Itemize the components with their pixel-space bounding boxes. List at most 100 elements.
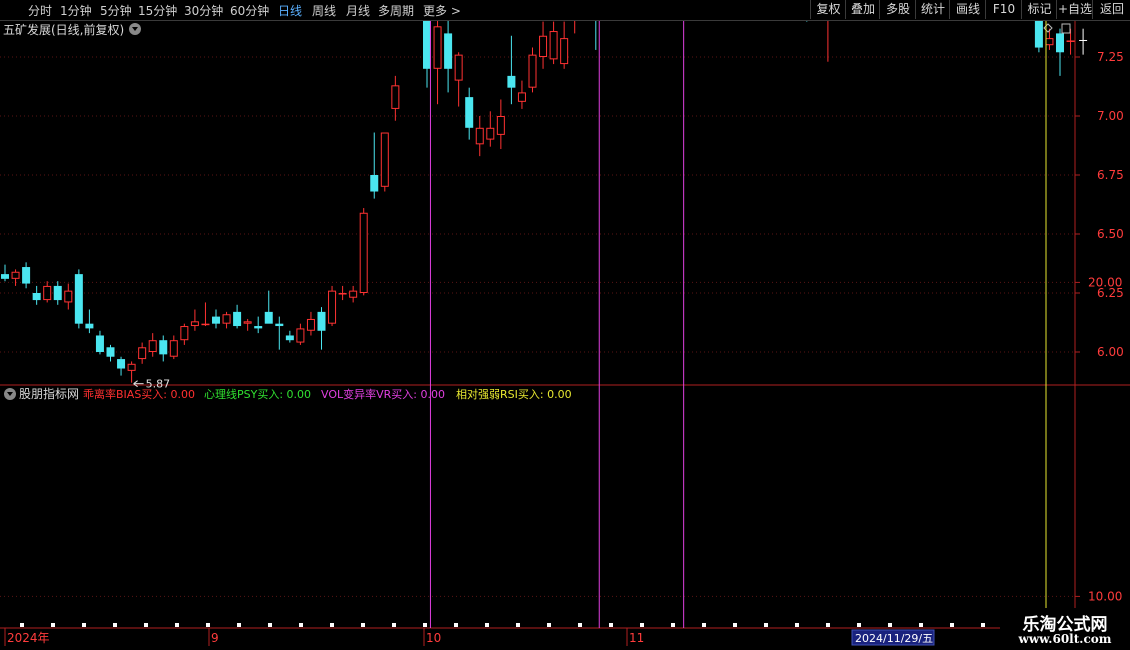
panel-marker — [144, 623, 148, 627]
indicator-legend-item: 心理线PSY买入: 0.00 — [204, 387, 311, 401]
panel-marker — [547, 623, 551, 627]
candle-body — [296, 328, 305, 343]
price-axis-label: 6.50 — [1097, 227, 1124, 241]
candle-body — [243, 321, 252, 324]
panel-marker — [113, 623, 117, 627]
indicator-chevron-down-icon[interactable] — [4, 388, 16, 400]
cursor-date-label: 2024/11/29/五 — [855, 632, 933, 645]
panel-marker — [578, 623, 582, 627]
candle-body — [359, 212, 368, 293]
panel-marker — [950, 623, 954, 627]
panel-marker — [206, 623, 210, 627]
candle-body — [180, 326, 189, 341]
candle-body — [1045, 38, 1054, 46]
price-axis-label: 6.00 — [1097, 345, 1124, 359]
period-tab-10[interactable]: 更多 > — [423, 2, 461, 19]
indicator-legend-item: 乖离率BIAS买入: 0.00 — [83, 387, 195, 401]
period-tab-5[interactable]: 60分钟 — [230, 2, 269, 19]
diamond-icon — [1043, 23, 1053, 33]
period-tab-6[interactable]: 日线 — [278, 2, 302, 19]
date-axis-label: 2024年 — [7, 631, 50, 645]
candle-body — [349, 290, 358, 298]
candle-body — [560, 38, 569, 65]
indicator-name: 股朋指标网 — [19, 386, 79, 401]
indicator-legend-item: VOL变异率VR买入: 0.00 — [321, 387, 445, 401]
candle-body — [338, 293, 347, 295]
indicator-axis-label: 20.00 — [1088, 275, 1122, 289]
candle-body — [138, 347, 147, 360]
candle-body — [539, 35, 548, 57]
candle-body — [380, 132, 389, 187]
panel-marker — [857, 623, 861, 627]
candle-body — [233, 311, 242, 327]
toolbar-button-2[interactable]: 多股 — [879, 0, 916, 19]
toolbar-button-3[interactable]: 统计 — [915, 0, 950, 19]
candle-body — [444, 33, 453, 69]
date-axis-label: 9 — [211, 631, 219, 645]
panel-marker — [392, 623, 396, 627]
panel-marker — [423, 623, 427, 627]
panel-marker — [175, 623, 179, 627]
period-tab-2[interactable]: 5分钟 — [100, 2, 132, 19]
chevron-down-icon[interactable] — [129, 23, 141, 35]
panel-marker — [609, 623, 613, 627]
candle-body — [106, 347, 115, 357]
candle-body — [317, 311, 326, 331]
panel-marker — [237, 623, 241, 627]
period-toolbar: 分时 1分钟 5分钟 15分钟 30分钟 60分钟 日线 周线 月线 多周期 更多 > 复权 叠加 多股统… — [0, 0, 1130, 21]
panel-marker — [82, 623, 86, 627]
panel-marker — [330, 623, 334, 627]
toolbar-button-4[interactable]: 画线 — [949, 0, 986, 19]
period-tab-7[interactable]: 周线 — [312, 2, 336, 19]
price-axis-label: 6.75 — [1097, 168, 1124, 182]
candle-body — [517, 92, 526, 102]
candle-body — [74, 274, 83, 324]
toolbar-button-0[interactable]: 复权 — [810, 0, 846, 19]
panel-marker — [485, 623, 489, 627]
candle-body — [454, 54, 463, 81]
price-axis-label: 7.00 — [1097, 109, 1124, 123]
candle-body — [264, 311, 273, 324]
panel-marker — [640, 623, 644, 627]
candle-body — [22, 267, 31, 284]
chart-canvas[interactable]: 8.508.258.007.757.507.257.006.756.506.25… — [0, 0, 1130, 650]
candle-body — [95, 335, 104, 352]
candle-body — [475, 127, 484, 145]
toolbar-button-8[interactable]: 返回 — [1092, 0, 1130, 19]
period-tab-0[interactable]: 分时 — [28, 2, 52, 19]
period-tab-8[interactable]: 月线 — [346, 2, 370, 19]
candle-body — [306, 318, 315, 331]
candle-body — [11, 271, 20, 279]
panel-marker — [702, 623, 706, 627]
candle-body — [254, 326, 263, 329]
price-axis-label: 7.25 — [1097, 50, 1124, 64]
panel-marker — [299, 623, 303, 627]
toolbar-button-5[interactable]: F10 — [985, 0, 1022, 19]
period-tab-1[interactable]: 1分钟 — [60, 2, 92, 19]
panel-marker — [361, 623, 365, 627]
panel-marker — [826, 623, 830, 627]
toolbar-button-7[interactable]: +自选 — [1056, 0, 1093, 19]
period-tab-3[interactable]: 15分钟 — [138, 2, 177, 19]
candle-body — [159, 340, 168, 355]
panel-marker — [919, 623, 923, 627]
panel-marker — [454, 623, 458, 627]
panel-marker — [671, 623, 675, 627]
toolbar-button-1[interactable]: 叠加 — [845, 0, 880, 19]
candle-body — [1066, 40, 1075, 42]
candle-body — [528, 54, 537, 88]
candle-body — [507, 75, 516, 88]
candle-body — [285, 335, 294, 341]
period-tab-9[interactable]: 多周期 — [378, 2, 414, 19]
panel-marker — [764, 623, 768, 627]
panel-marker — [51, 623, 55, 627]
period-tab-4[interactable]: 30分钟 — [184, 2, 223, 19]
panel-marker — [20, 623, 24, 627]
candle-body — [117, 359, 126, 369]
toolbar-button-6[interactable]: 标记 — [1021, 0, 1057, 19]
candle-body — [53, 285, 62, 301]
candle-body — [1, 274, 9, 279]
watermark-url: www.60lt.com — [1018, 632, 1112, 646]
panel-marker — [888, 623, 892, 627]
candle-body — [64, 290, 73, 303]
